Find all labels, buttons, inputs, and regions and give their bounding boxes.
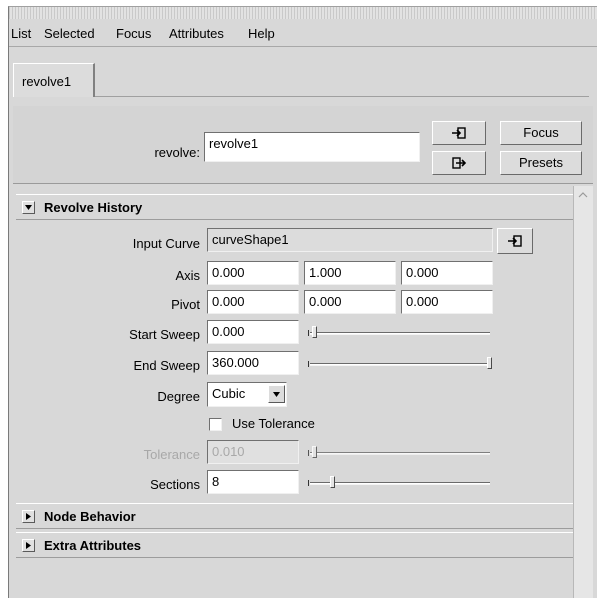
load-attributes-button[interactable] (432, 121, 486, 145)
node-name-field[interactable]: revolve1 (204, 132, 420, 162)
pivot-z-field[interactable]: 0.000 (401, 290, 493, 314)
expand-arrow-icon[interactable] (22, 510, 35, 523)
vertical-scrollbar[interactable] (573, 186, 593, 598)
pivot-y-field[interactable]: 0.000 (304, 290, 396, 314)
start-sweep-field[interactable]: 0.000 (207, 320, 299, 344)
start-sweep-slider-thumb[interactable] (312, 326, 317, 338)
axis-z-field[interactable]: 0.000 (401, 261, 493, 285)
copy-tab-icon (452, 157, 467, 169)
axis-x-field[interactable]: 0.000 (207, 261, 299, 285)
start-sweep-slider[interactable] (308, 325, 492, 341)
copy-tab-button[interactable] (432, 151, 486, 175)
node-name-label: revolve: (154, 145, 200, 160)
section-revolve-history[interactable]: Revolve History (16, 194, 573, 220)
focus-button[interactable]: Focus (500, 121, 582, 145)
collapse-arrow-icon[interactable] (22, 201, 35, 214)
sections-label: Sections (150, 477, 200, 492)
tab-baseline (95, 96, 589, 97)
degree-value: Cubic (212, 386, 246, 401)
input-connection-button[interactable] (497, 228, 533, 254)
start-sweep-label: Start Sweep (129, 327, 200, 342)
pivot-x-field[interactable]: 0.000 (207, 290, 299, 314)
use-tolerance-label: Use Tolerance (232, 416, 315, 431)
sections-slider-thumb[interactable] (329, 476, 335, 488)
use-tolerance-checkbox[interactable] (209, 418, 222, 431)
sections-field[interactable]: 8 (207, 470, 299, 494)
pivot-label: Pivot (171, 297, 200, 312)
load-attributes-icon (452, 127, 466, 139)
input-curve-field[interactable]: curveShape1 (207, 228, 493, 252)
menu-selected[interactable]: Selected (44, 26, 95, 41)
input-curve-label: Input Curve (132, 236, 200, 251)
menu-bar: List Selected Focus Attributes Help (9, 20, 597, 46)
expand-arrow-icon[interactable] (22, 539, 35, 552)
end-sweep-slider-thumb[interactable] (487, 357, 492, 369)
tolerance-slider (308, 445, 492, 461)
section-node-behavior[interactable]: Node Behavior (16, 503, 573, 529)
sections-slider[interactable] (308, 475, 492, 491)
section-title: Extra Attributes (44, 538, 142, 553)
tolerance-field: 0.010 (207, 440, 299, 464)
degree-label: Degree (157, 389, 200, 404)
section-extra-attributes[interactable]: Extra Attributes (16, 532, 573, 558)
tab-revolve1[interactable]: revolve1 (13, 63, 95, 97)
menu-focus[interactable]: Focus (116, 26, 151, 41)
menu-attributes[interactable]: Attributes (169, 26, 224, 41)
end-sweep-field[interactable]: 360.000 (207, 351, 299, 375)
presets-button[interactable]: Presets (500, 151, 582, 175)
menu-help[interactable]: Help (248, 26, 275, 41)
tab-bar (9, 47, 597, 103)
section-title: Revolve History (44, 200, 143, 215)
section-title: Node Behavior (44, 509, 136, 524)
window-title-strip[interactable] (9, 7, 597, 19)
scroll-up-icon[interactable] (578, 192, 588, 198)
menu-list[interactable]: List (11, 26, 31, 41)
degree-dropdown[interactable]: Cubic (207, 382, 287, 407)
tolerance-slider-thumb (312, 446, 317, 458)
end-sweep-slider[interactable] (308, 356, 492, 372)
dropdown-arrow-icon[interactable] (268, 385, 285, 403)
axis-y-field[interactable]: 1.000 (304, 261, 396, 285)
tolerance-label: Tolerance (143, 447, 200, 462)
input-connection-icon (508, 235, 522, 247)
end-sweep-label: End Sweep (133, 358, 201, 373)
axis-label: Axis (175, 268, 200, 283)
